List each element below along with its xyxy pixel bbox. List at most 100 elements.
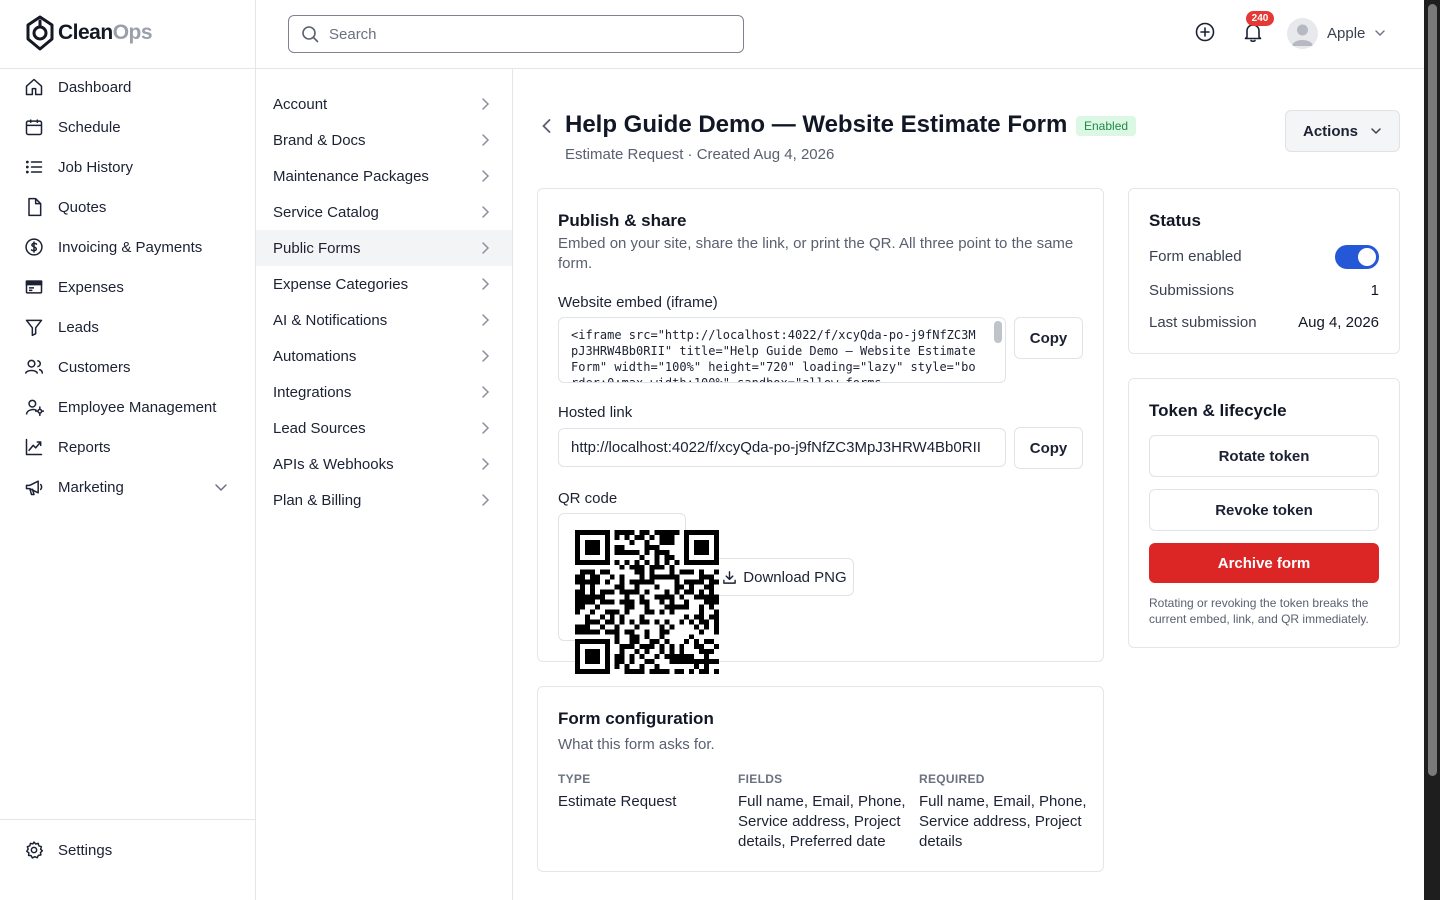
back-arrow-icon[interactable] (538, 117, 556, 135)
chevron-right-icon (482, 278, 490, 290)
toggle-knob (1358, 248, 1376, 266)
settings-nav-automations[interactable]: Automations (256, 338, 512, 374)
settings-nav-label: Expense Categories (273, 275, 409, 293)
submissions-value: 1 (1370, 282, 1379, 299)
sidebar-item-dashboard[interactable]: Dashboard (24, 71, 234, 103)
sidebar-item-customers[interactable]: Customers (24, 351, 234, 383)
chevron-right-icon (482, 386, 490, 398)
home-icon (25, 78, 43, 96)
sidebar-item-label: Dashboard (58, 78, 132, 96)
settings-nav-label: Account (273, 95, 328, 113)
actions-button[interactable]: Actions (1285, 110, 1400, 152)
sidebar-item-label: Settings (58, 841, 113, 859)
embed-code-textarea[interactable]: <iframe src="http://localhost:4022/f/xcy… (558, 317, 1006, 383)
embed-scrollbar[interactable] (994, 321, 1002, 343)
last-submission-value: Aug 4, 2026 (1298, 314, 1379, 331)
hosted-link-field[interactable]: http://localhost:4022/f/xcyQda-po-j9fNfZ… (558, 428, 1006, 467)
chevron-right-icon (482, 350, 490, 362)
actions-label: Actions (1302, 122, 1358, 140)
receipt-icon (25, 280, 43, 294)
user-menu[interactable]: Apple (1287, 17, 1386, 49)
submissions-label: Submissions (1149, 282, 1235, 299)
chevron-down-icon (1371, 128, 1381, 135)
users-icon (24, 359, 44, 374)
sidebar-item-label: Employee Management (58, 398, 217, 416)
type-value: Estimate Request (558, 793, 677, 810)
sidebar-item-label: Invoicing & Payments (58, 238, 203, 256)
chart-icon (25, 438, 43, 456)
add-icon[interactable] (1193, 20, 1217, 44)
rotate-token-button[interactable]: Rotate token (1149, 435, 1379, 477)
user-name: Apple (1327, 24, 1366, 42)
search-bar[interactable] (288, 15, 744, 53)
download-label: Download PNG (743, 568, 847, 586)
settings-nav-service-catalog[interactable]: Service Catalog (256, 194, 512, 230)
embed-label: Website embed (iframe) (558, 294, 718, 311)
sidebar-item-reports[interactable]: Reports (24, 431, 234, 463)
settings-nav-ai-notifications[interactable]: AI & Notifications (256, 302, 512, 338)
settings-nav-integrations[interactable]: Integrations (256, 374, 512, 410)
settings-nav-brand-docs[interactable]: Brand & Docs (256, 122, 512, 158)
settings-nav-label: Maintenance Packages (273, 167, 429, 185)
status-badge: Enabled (1076, 116, 1137, 136)
settings-nav-label: Public Forms (273, 239, 361, 257)
sidebar-item-expenses[interactable]: Expenses (24, 271, 234, 303)
chevron-down-icon (1375, 30, 1386, 36)
list-icon (25, 160, 43, 174)
token-title: Token & lifecycle (1149, 401, 1287, 420)
settings-nav-apis-webhooks[interactable]: APIs & Webhooks (256, 446, 512, 482)
settings-nav-public-forms[interactable]: Public Forms (256, 230, 512, 266)
config-description: What this form asks for. (558, 736, 715, 753)
download-png-button[interactable]: Download PNG (716, 558, 854, 596)
token-warning-note: Rotating or revoking the token breaks th… (1149, 596, 1369, 626)
brand-logo[interactable]: Clean Ops (24, 14, 153, 52)
settings-nav-plan-billing[interactable]: Plan & Billing (256, 482, 512, 518)
settings-nav-maintenance-packages[interactable]: Maintenance Packages (256, 158, 512, 194)
qr-code-image (575, 530, 719, 674)
page-scrollbar-thumb[interactable] (1428, 4, 1437, 776)
form-enabled-toggle[interactable] (1335, 245, 1379, 269)
search-input[interactable] (329, 25, 709, 43)
chevron-right-icon (482, 134, 490, 146)
user-settings-icon (25, 399, 44, 417)
sidebar-item-employee-management[interactable]: Employee Management (24, 391, 234, 423)
sidebar-item-quotes[interactable]: Quotes (24, 191, 234, 223)
copy-embed-button[interactable]: Copy (1014, 317, 1083, 359)
sidebar-item-leads[interactable]: Leads (24, 311, 234, 343)
status-title: Status (1149, 211, 1201, 230)
sidebar-item-schedule[interactable]: Schedule (24, 111, 234, 143)
sidebar-item-marketing[interactable]: Marketing (24, 471, 234, 503)
archive-form-button[interactable]: Archive form (1149, 543, 1379, 583)
megaphone-icon (25, 480, 43, 496)
brand-name-secondary: Ops (112, 21, 153, 44)
sidebar-divider (0, 68, 256, 69)
required-value: Full name, Email, Phone, Service address… (919, 793, 1087, 850)
calendar-icon (25, 119, 43, 136)
chevron-right-icon (482, 458, 490, 470)
sidebar-item-label: Leads (58, 318, 99, 336)
dollar-icon (25, 238, 43, 256)
form-enabled-label: Form enabled (1149, 248, 1242, 265)
config-title: Form configuration (558, 709, 714, 728)
sidebar-item-label: Reports (58, 438, 111, 456)
type-heading: TYPE (558, 772, 591, 786)
settings-nav-label: Brand & Docs (273, 131, 366, 149)
settings-nav-label: Lead Sources (273, 419, 366, 437)
revoke-token-button[interactable]: Revoke token (1149, 489, 1379, 531)
sidebar-item-label: Job History (58, 158, 134, 176)
settings-nav-account[interactable]: Account (256, 86, 512, 122)
search-icon (302, 26, 319, 43)
sidebar-item-job-history[interactable]: Job History (24, 151, 234, 183)
publish-title: Publish & share (558, 211, 687, 230)
settings-nav-lead-sources[interactable]: Lead Sources (256, 410, 512, 446)
page-title: Help Guide Demo — Website Estimate Form (565, 111, 1068, 138)
sidebar-item-invoicing[interactable]: Invoicing & Payments (24, 231, 234, 263)
last-submission-label: Last submission (1149, 314, 1257, 331)
fields-value: Full name, Email, Phone, Service address… (738, 793, 906, 850)
settings-nav-expense-categories[interactable]: Expense Categories (256, 266, 512, 302)
qr-label: QR code (558, 490, 618, 507)
fields-heading: FIELDS (738, 772, 783, 786)
notification-badge: 240 (1246, 11, 1274, 26)
copy-link-button[interactable]: Copy (1014, 427, 1083, 469)
sidebar-item-settings[interactable]: Settings (24, 834, 234, 866)
